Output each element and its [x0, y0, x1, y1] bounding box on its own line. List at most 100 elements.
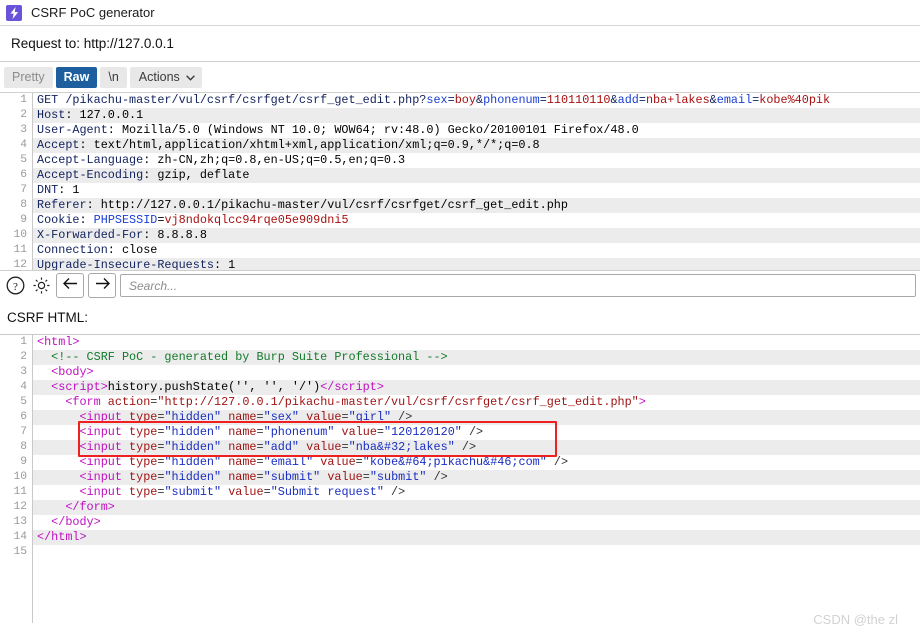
line-number: 4 — [20, 381, 27, 393]
line-number: 5 — [20, 396, 27, 408]
code-token: : text/html,application/xhtml+xml,applic… — [79, 138, 540, 152]
code-token: /> — [461, 425, 484, 439]
code-token: action — [107, 395, 151, 409]
tab-newline[interactable]: \n — [100, 66, 127, 88]
line-number: 13 — [13, 516, 27, 528]
code-token: "email" — [263, 455, 314, 469]
line-number: 5 — [20, 154, 27, 166]
code-line: <input type="hidden" name="email" value=… — [33, 455, 920, 470]
code-line: Connection: close — [33, 243, 920, 258]
code-token: = — [539, 93, 547, 107]
actions-menu-button[interactable]: Actions — [129, 66, 202, 88]
code-token: "submit" — [263, 470, 321, 484]
code-token: type — [129, 485, 158, 499]
code-token: = — [355, 455, 363, 469]
back-button[interactable] — [56, 273, 84, 298]
forward-button[interactable] — [88, 273, 116, 298]
search-input[interactable]: Search... — [120, 274, 916, 297]
code-token: /> — [546, 455, 569, 469]
search-toolbar: ? Search... — [0, 270, 920, 300]
code-token: value — [306, 440, 342, 454]
line-number: 7 — [20, 426, 27, 438]
tab-raw[interactable]: Raw — [55, 66, 98, 88]
gear-icon[interactable] — [30, 275, 52, 297]
request-code-pane[interactable]: 1 2 3 4 5 6 7 8 9 10 11 12 GET /pikachu-master/vul/… — [0, 92, 920, 270]
code-line: <input type="hidden" name="submit" value… — [33, 470, 920, 485]
code-line: <body> — [33, 365, 920, 380]
code-line: <input type="submit" value="Submit reque… — [33, 485, 920, 500]
code-token: "hidden" — [164, 425, 222, 439]
code-line: Accept-Encoding: gzip, deflate — [33, 168, 920, 183]
code-token: : — [79, 213, 94, 227]
line-number: 12 — [13, 259, 27, 270]
csrf-line-number-gutter: 1 2 3 4 5 6 7 8 9 10 11 12 13 14 15 — [0, 335, 33, 623]
code-token: "hidden" — [164, 410, 222, 424]
code-token: Host — [37, 108, 66, 122]
arrow-left-icon — [62, 277, 78, 295]
line-number: 15 — [13, 546, 27, 558]
code-token: <input — [37, 425, 130, 439]
code-token: <script> — [37, 380, 108, 394]
code-line: </form> — [33, 500, 920, 515]
code-token: /> — [391, 410, 413, 424]
code-token: "http://127.0.0.1/pikachu-master/vul/csr… — [157, 395, 639, 409]
code-token: "hidden" — [164, 440, 222, 454]
code-token: </form> — [37, 500, 115, 514]
code-line: <input type="hidden" name="phonenum" val… — [33, 425, 920, 440]
code-token: Connection — [37, 243, 108, 257]
code-token: = — [341, 440, 349, 454]
csrf-code-body[interactable]: <html> <!-- CSRF PoC - generated by Burp… — [33, 335, 920, 623]
code-token: "sex" — [263, 410, 300, 424]
code-token: value — [306, 410, 342, 424]
code-token: = — [256, 425, 264, 439]
code-line: <input type="hidden" name="add" value="n… — [33, 440, 920, 455]
code-token: "Submit request" — [270, 485, 384, 499]
code-token: value — [228, 485, 264, 499]
code-token: name — [228, 470, 257, 484]
line-number: 10 — [13, 229, 27, 241]
code-token: "phonenum" — [263, 425, 335, 439]
code-token: X-Forwarded-For — [37, 228, 144, 242]
code-token: = — [256, 470, 264, 484]
code-token: nba+lakes — [645, 93, 710, 107]
code-token: "hidden" — [164, 455, 222, 469]
code-token: Upgrade-Insecure-Requests — [37, 258, 214, 270]
code-line: Accept: text/html,application/xhtml+xml,… — [33, 138, 920, 153]
line-number: 3 — [20, 366, 27, 378]
code-line: DNT: 1 — [33, 183, 920, 198]
line-number: 4 — [20, 139, 27, 151]
csrf-html-code-pane[interactable]: 1 2 3 4 5 6 7 8 9 10 11 12 13 14 15 <html> <!-- CSRF P… — [0, 334, 920, 623]
code-token: User-Agent — [37, 123, 108, 137]
code-token: boy — [454, 93, 476, 107]
code-token: kobe%40pik — [759, 93, 831, 107]
code-token: <html> — [37, 335, 80, 349]
arrow-right-icon — [95, 277, 110, 295]
line-number: 9 — [20, 214, 27, 226]
line-number: 11 — [13, 486, 27, 498]
code-line: Upgrade-Insecure-Requests: 1 — [33, 258, 920, 270]
code-token: <form — [37, 395, 108, 409]
line-number: 3 — [20, 124, 27, 136]
code-token: type — [129, 410, 158, 424]
code-token: : 8.8.8.8 — [143, 228, 207, 242]
code-token: "submit" — [164, 485, 222, 499]
code-token: > — [638, 395, 646, 409]
search-placeholder: Search... — [129, 278, 178, 293]
code-token: type — [129, 470, 158, 484]
help-circle-icon[interactable]: ? — [4, 275, 26, 297]
line-number: 9 — [20, 456, 27, 468]
tab-pretty[interactable]: Pretty — [4, 66, 53, 88]
code-token: : zh-CN,zh;q=0.8,en-US;q=0.5,en;q=0.3 — [143, 153, 406, 167]
code-token: , '/') — [277, 380, 321, 394]
code-token: "nba&#32;lakes" — [348, 440, 455, 454]
code-token: : 1 — [213, 258, 236, 270]
code-token: Cookie — [37, 213, 80, 227]
code-token: = — [638, 93, 646, 107]
request-code-body[interactable]: GET /pikachu-master/vul/csrf/csrfget/csr… — [33, 93, 920, 270]
code-token: <input — [37, 440, 130, 454]
code-token: name — [228, 455, 257, 469]
code-token: 110110110 — [546, 93, 611, 107]
code-token: Referer — [37, 198, 87, 212]
code-token: /> — [383, 485, 406, 499]
